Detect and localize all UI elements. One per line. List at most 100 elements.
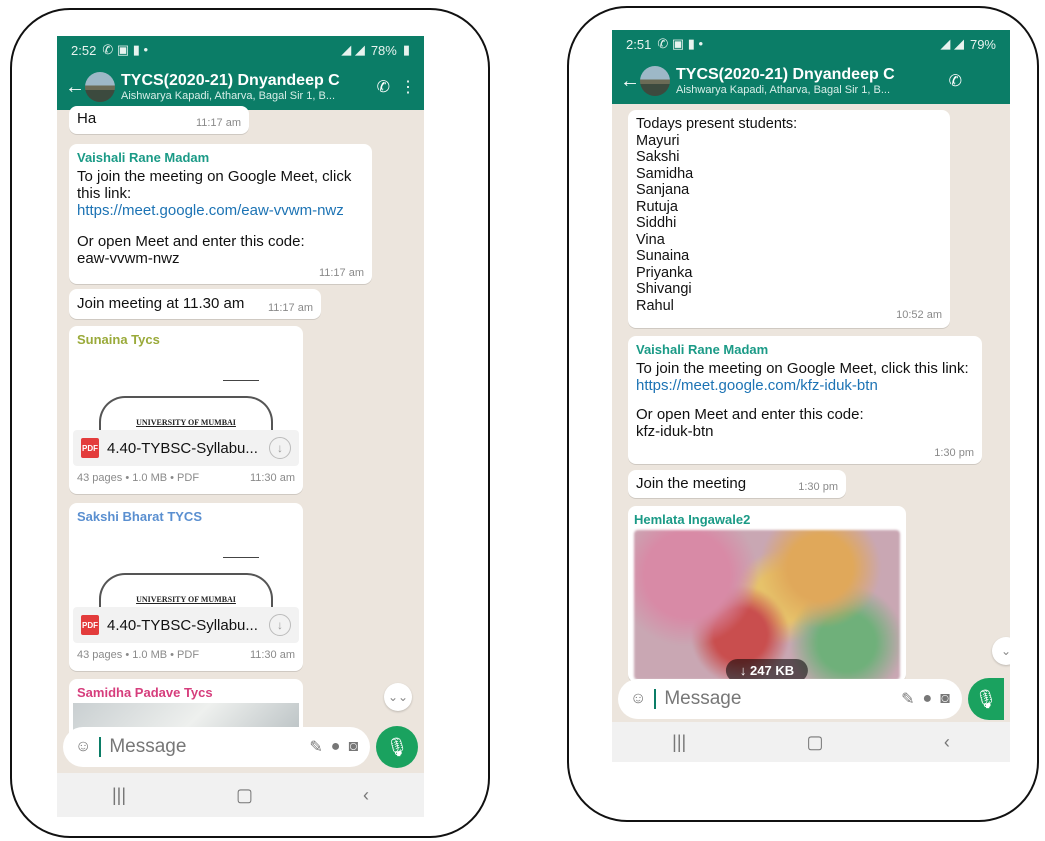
meet-code: eaw-vvwm-nwz <box>77 250 180 267</box>
message-input[interactable]: ☺ Message ✎ ● ◙ <box>618 679 962 719</box>
pdf-icon: PDF <box>81 438 99 458</box>
mic-button[interactable]: 🎙 <box>967 678 1004 720</box>
student-name: Siddhi <box>636 215 677 231</box>
message-text: To join the meeting on Google Meet, clic… <box>77 168 352 202</box>
document-meta: 43 pages • 1.0 MB • PDF 11:30 am <box>77 649 295 661</box>
document-name: 4.40-TYBSC-Syllabu... <box>107 616 258 634</box>
sender-name: Sakshi Bharat TYCS <box>77 509 202 524</box>
chat-title-area[interactable]: TYCS(2020-21) Dnyandeep C Aishwarya Kapa… <box>121 72 367 102</box>
status-bar: 2:52 ✆ ▣ ▮ • ◢ ◢ 78% ▮ <box>57 36 424 64</box>
android-nav-bar: ||| ▢ ‹ <box>57 773 424 817</box>
more-options-icon[interactable]: ⋮ <box>400 77 416 97</box>
home-icon[interactable]: ▢ <box>807 732 824 753</box>
student-name: Shivangi <box>636 281 692 297</box>
message-input-bar: ☺ Message ✎ ● ◙ 🎙 <box>57 726 424 768</box>
document-message[interactable]: Sunaina Tycs UNIVERSITY OF MUMBAI PDF 4.… <box>69 326 303 494</box>
message-bubble[interactable]: Join the meeting 1:30 pm <box>628 470 846 498</box>
doc-preview-heading: UNIVERSITY OF MUMBAI <box>136 418 236 427</box>
meet-link[interactable]: https://meet.google.com/eaw-vvwm-nwz <box>77 202 364 219</box>
meet-code: kfz-iduk-btn <box>636 423 714 440</box>
student-name: Sanjana <box>636 182 690 198</box>
document-preview[interactable]: UNIVERSITY OF MUMBAI <box>73 350 299 430</box>
attach-icon[interactable]: ✎ <box>901 689 914 709</box>
student-name: Rutuja <box>636 198 678 215</box>
student-name: Vina <box>636 231 665 248</box>
battery-level: 78% <box>370 42 397 58</box>
payment-icon[interactable]: ● <box>922 690 932 708</box>
payment-icon[interactable]: ● <box>331 738 341 756</box>
message-text: Join the meeting <box>636 475 747 492</box>
image-size: 247 KB <box>750 663 795 678</box>
back-arrow-icon[interactable]: ← <box>65 76 85 99</box>
chat-header: ← TYCS(2020-21) Dnyandeep C Aishwarya Ka… <box>57 64 424 110</box>
message-text: Or open Meet and enter this code: <box>77 233 305 250</box>
message-placeholder: Message <box>109 736 187 757</box>
image-message[interactable]: Hemlata Ingawale2 ↓ 247 KB <box>628 506 906 682</box>
document-file-row[interactable]: PDF 4.40-TYBSC-Syllabu... ↓ <box>73 607 299 643</box>
scroll-down-icon[interactable]: ⌄ <box>992 637 1010 665</box>
mic-icon: 🎙 <box>385 736 409 757</box>
message-time: 11:30 am <box>249 472 295 484</box>
message-text: Or open Meet and enter this code: <box>636 406 864 423</box>
battery-level: 79% <box>969 36 996 52</box>
attach-icon[interactable]: ✎ <box>309 737 322 757</box>
chat-header: ← TYCS(2020-21) Dnyandeep C Aishwarya Ka… <box>612 58 1010 104</box>
camera-icon[interactable]: ◙ <box>940 690 950 708</box>
document-file-row[interactable]: PDF 4.40-TYBSC-Syllabu... ↓ <box>73 430 299 466</box>
download-icon[interactable]: ↓ <box>269 437 291 459</box>
document-message[interactable]: Sakshi Bharat TYCS UNIVERSITY OF MUMBAI … <box>69 503 303 671</box>
meet-link[interactable]: https://meet.google.com/kfz-iduk-btn <box>636 377 974 394</box>
doc-preview-line <box>223 380 259 381</box>
blurred-image-preview[interactable] <box>634 530 900 680</box>
clock: 2:52 <box>71 42 97 58</box>
left-phone-screen: 2:52 ✆ ▣ ▮ • ◢ ◢ 78% ▮ ← TYCS(2020-21) Dnya… <box>57 36 424 817</box>
emoji-icon[interactable]: ☺ <box>75 738 91 756</box>
signal-icons: ◢ ◢ <box>940 36 964 51</box>
camera-icon[interactable]: ◙ <box>348 738 358 756</box>
message-time: 11:30 am <box>249 649 295 661</box>
message-input-bar: ☺ Message ✎ ● ◙ 🎙 <box>612 678 1010 720</box>
download-icon[interactable]: ↓ <box>269 614 291 636</box>
sender-name: Vaishali Rane Madam <box>77 150 210 165</box>
message-bubble[interactable]: Vaishali Rane Madam To join the meeting … <box>69 144 372 284</box>
recent-apps-icon[interactable]: ||| <box>672 732 686 753</box>
download-icon: ↓ <box>739 663 747 678</box>
recent-apps-icon[interactable]: ||| <box>112 785 126 806</box>
message-bubble[interactable]: Join meeting at 11.30 am 11:17 am <box>69 289 321 319</box>
group-avatar[interactable] <box>640 66 670 96</box>
message-text: Todays present students: <box>636 116 798 132</box>
message-bubble[interactable]: Todays present students: Mayuri Sakshi Sam… <box>628 110 950 328</box>
right-phone-screen: 2:51 ✆ ▣ ▮ • ◢ ◢ 79% ← TYCS(2020-21) Dnyan… <box>612 30 1010 762</box>
student-name: Sakshi <box>636 149 680 165</box>
message-input[interactable]: ☺ Message ✎ ● ◙ <box>63 727 371 767</box>
chat-title-area[interactable]: TYCS(2020-21) Dnyandeep C Aishwarya Kapa… <box>676 66 939 96</box>
group-avatar[interactable] <box>85 72 115 102</box>
nav-back-icon[interactable]: ‹ <box>944 732 950 753</box>
message-bubble[interactable]: Ha 11:17 am <box>69 106 249 134</box>
mic-icon: 🎙 <box>974 688 998 709</box>
back-arrow-icon[interactable]: ← <box>620 70 640 93</box>
emoji-icon[interactable]: ☺ <box>630 690 646 708</box>
document-info: 43 pages • 1.0 MB • PDF <box>77 649 200 661</box>
document-info: 43 pages • 1.0 MB • PDF <box>77 472 200 484</box>
battery-icon: ▮ <box>402 42 410 57</box>
home-icon[interactable]: ▢ <box>236 785 253 806</box>
text-cursor <box>654 689 657 709</box>
android-nav-bar: ||| ▢ ‹ <box>612 722 1010 762</box>
message-time: 11:17 am <box>267 302 313 314</box>
sender-name: Sunaina Tycs <box>77 332 160 347</box>
message-bubble[interactable]: Vaishali Rane Madam To join the meeting … <box>628 336 982 464</box>
signal-icons: ◢ ◢ <box>341 42 365 57</box>
message-placeholder: Message <box>664 688 742 709</box>
doc-preview-line <box>223 557 259 558</box>
student-list: Mayuri Sakshi Samidha Sanjana Rutuja Siddhi Vi… <box>636 133 942 315</box>
scroll-down-icon[interactable]: ⌄⌄ <box>384 683 412 711</box>
nav-back-icon[interactable]: ‹ <box>363 785 369 806</box>
mic-button[interactable]: 🎙 <box>376 726 418 768</box>
document-meta: 43 pages • 1.0 MB • PDF 11:30 am <box>77 472 295 484</box>
document-name: 4.40-TYBSC-Syllabu... <box>107 439 258 457</box>
add-call-icon[interactable]: ✆ <box>377 77 390 97</box>
add-call-icon[interactable]: ✆ <box>949 71 962 91</box>
document-preview[interactable]: UNIVERSITY OF MUMBAI <box>73 527 299 607</box>
message-time: 1:30 pm <box>934 447 974 459</box>
